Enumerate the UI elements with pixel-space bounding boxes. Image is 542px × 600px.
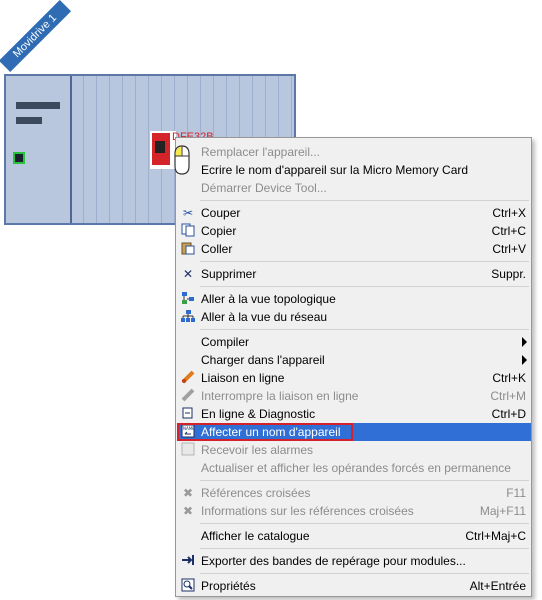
menu-item-compile[interactable]: Compiler <box>177 333 531 351</box>
export-icon <box>180 553 196 569</box>
menu-item-assign-device-name[interactable]: NAME Affecter un nom d'appareil <box>177 423 531 441</box>
menu-separator <box>200 573 529 574</box>
menu-item-show-catalog[interactable]: Afficher le catalogue Ctrl+Maj+C <box>177 527 531 545</box>
menu-separator <box>200 200 529 201</box>
menu-separator <box>200 329 529 330</box>
chevron-right-icon <box>522 355 527 365</box>
menu-item-properties[interactable]: Propriétés Alt+Entrée <box>177 577 531 595</box>
copy-icon <box>180 223 196 239</box>
rack-label-bar <box>16 102 60 109</box>
highlight-frame <box>177 423 353 441</box>
paste-icon <box>180 241 196 257</box>
diagnostic-icon <box>180 406 196 422</box>
menu-separator <box>200 523 529 524</box>
menu-item-cut[interactable]: ✂ Couper Ctrl+X <box>177 204 531 222</box>
menu-separator <box>200 480 529 481</box>
delete-icon: ✕ <box>182 267 194 281</box>
crossref-info-icon: ✖ <box>182 504 194 518</box>
menu-item-topology-view[interactable]: Aller à la vue topologique <box>177 290 531 308</box>
menu-item-refresh-forced-operands[interactable]: Actualiser et afficher les opérandes for… <box>177 459 531 477</box>
offline-icon <box>180 388 196 404</box>
crossref-icon: ✖ <box>182 486 194 500</box>
ethernet-port-icon[interactable] <box>13 152 25 164</box>
properties-icon <box>180 578 196 594</box>
online-icon <box>180 370 196 386</box>
menu-item-export-labels[interactable]: Exporter des bandes de repérage pour mod… <box>177 552 531 570</box>
checkbox-icon[interactable] <box>180 442 196 458</box>
menu-item-device-tool[interactable]: Démarrer Device Tool... <box>177 179 531 197</box>
rack-slot-head <box>6 76 72 223</box>
mouse-cursor-icon <box>174 145 190 175</box>
menu-item-go-online[interactable]: Liaison en ligne Ctrl+K <box>177 369 531 387</box>
menu-item-network-view[interactable]: Aller à la vue du réseau <box>177 308 531 326</box>
menu-item-write-name-mmc[interactable]: Ecrire le nom d'appareil sur la Micro Me… <box>177 161 531 179</box>
menu-item-cross-reference-info[interactable]: ✖ Informations sur les références croisé… <box>177 502 531 520</box>
menu-item-delete[interactable]: ✕ Supprimer Suppr. <box>177 265 531 283</box>
menu-item-online-diagnostic[interactable]: En ligne & Diagnostic Ctrl+D <box>177 405 531 423</box>
menu-item-paste[interactable]: Coller Ctrl+V <box>177 240 531 258</box>
scissors-icon: ✂ <box>182 206 194 220</box>
topology-icon <box>180 291 196 307</box>
context-menu: Remplacer l'appareil... Ecrire le nom d'… <box>175 137 532 597</box>
menu-item-receive-alarms[interactable]: Recevoir les alarmes <box>177 441 531 459</box>
menu-item-cross-references[interactable]: ✖ Références croisées F11 <box>177 484 531 502</box>
network-icon <box>180 309 196 325</box>
menu-item-copy[interactable]: Copier Ctrl+C <box>177 222 531 240</box>
menu-separator <box>200 261 529 262</box>
menu-item-go-offline[interactable]: Interrompre la liaison en ligne Ctrl+M <box>177 387 531 405</box>
menu-separator <box>200 286 529 287</box>
device-tag: Movidrive 1 <box>0 0 72 73</box>
menu-item-replace-device[interactable]: Remplacer l'appareil... <box>177 143 531 161</box>
menu-item-download[interactable]: Charger dans l'appareil <box>177 351 531 369</box>
rack-label-bar <box>16 117 42 124</box>
chevron-right-icon <box>522 337 527 347</box>
menu-separator <box>200 548 529 549</box>
